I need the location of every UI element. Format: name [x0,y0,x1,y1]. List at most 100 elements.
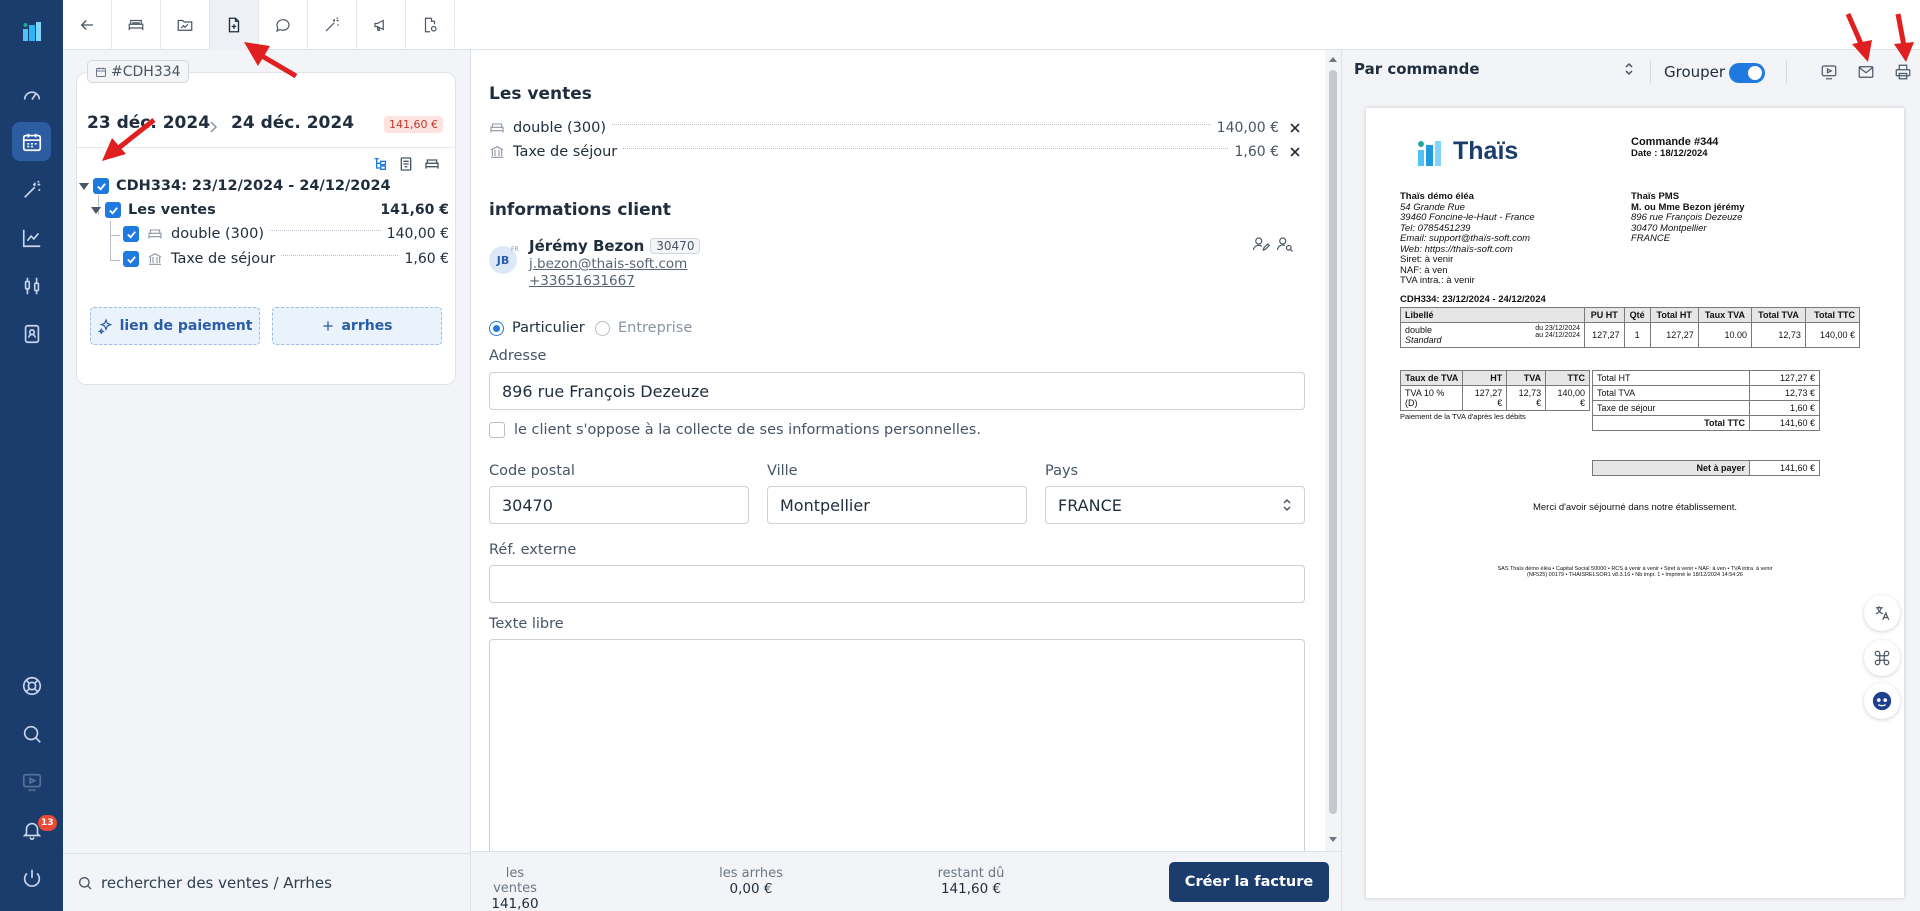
line-to: au 24/12/2024 [1535,332,1580,339]
chart-icon[interactable] [12,218,51,257]
scroll-down-icon[interactable] [1329,837,1337,843]
client-type-company[interactable]: Entreprise [595,320,692,336]
mail-icon[interactable] [1857,63,1875,81]
cell: 140,00 € [1804,322,1861,348]
external-ref-input[interactable] [489,565,1305,603]
total-label: Total HT [1592,370,1750,386]
magic-wand-icon[interactable] [308,0,357,50]
translate-icon[interactable] [1864,595,1900,631]
logo-text: Thaïs [1453,137,1519,165]
city-input[interactable]: Montpellier [767,486,1027,524]
group-checkbox[interactable] [105,202,121,218]
client-phone-link[interactable]: +33651631667 [529,273,635,289]
total-value: 141,60 € [1749,415,1820,431]
client-email-link[interactable]: j.bezon@thais-soft.com [529,256,687,272]
tree-item[interactable]: double (300) 140,00 € [123,226,449,242]
tree-view-icon[interactable] [371,155,389,173]
chat-icon[interactable] [259,0,308,50]
order-mode-select[interactable]: Par commande [1354,60,1634,78]
megaphone-icon[interactable] [357,0,406,50]
collapse-caret-icon[interactable] [79,182,89,190]
power-icon[interactable] [12,858,51,897]
remove-close-icon[interactable] [1289,146,1301,158]
country-value: FRANCE [1058,495,1122,515]
line-label-cell: double Standard du 23/12/2024 au 24/12/202… [1400,322,1585,348]
edit-user-icon[interactable] [1252,235,1270,253]
individual-label: Particulier [512,320,585,336]
table-row: TVA 10 % (D) 127,27 € 12,73 € 140,00 € [1399,385,1590,411]
privacy-opt-out[interactable]: le client s'oppose à la collecte de ses … [489,422,981,438]
booking-reference-tag[interactable]: #CDH334 [87,60,189,83]
root-checkbox[interactable] [93,178,109,194]
item-checkbox[interactable] [123,251,139,267]
company-label: Entreprise [618,320,693,336]
address-input[interactable]: 896 rue François Dezeuze [489,372,1305,410]
item-checkbox[interactable] [123,226,139,242]
column-header: Taux TVA [1697,307,1753,323]
video-tutorial-icon[interactable] [12,762,51,801]
sale-line-label: Taxe de séjour [513,144,618,160]
bed-icon[interactable] [423,155,441,173]
back-button[interactable] [63,0,112,50]
search-user-icon[interactable] [1276,235,1294,253]
country-select[interactable]: FRANCE [1045,486,1305,524]
add-deposit-button[interactable]: arrhes [272,307,442,345]
dotted-leader [281,254,399,256]
seller-line: 39460 Foncine-le-Haut - France [1400,212,1535,223]
collapse-caret-icon[interactable] [91,206,101,214]
group-toggle[interactable] [1729,63,1765,83]
client-name[interactable]: Jérémy Bezon [529,237,644,255]
bed-icon[interactable] [112,0,161,50]
magic-wand-icon[interactable] [12,170,51,209]
select-arrows-icon [1283,498,1291,512]
contact-book-icon[interactable] [12,314,51,353]
table-header-row: Taux de TVA HT TVA TTC [1399,370,1590,386]
cell: 127,27 [1649,322,1699,348]
create-invoice-button[interactable]: Créer la facture [1169,862,1329,902]
document-settings-icon[interactable] [406,0,455,50]
dotted-leader [612,123,1211,125]
center-scrollbar[interactable] [1325,50,1341,851]
preview-screen-icon[interactable] [1820,63,1838,81]
postal-code-input[interactable]: 30470 [489,486,749,524]
document-list-icon[interactable] [397,155,415,173]
scrollbar-thumb[interactable] [1329,70,1337,814]
remove-close-icon[interactable] [1289,122,1301,134]
tree-root-label: CDH334: 23/12/2024 - 24/12/2024 [116,178,391,194]
command-icon[interactable] [1864,640,1900,676]
tree-item[interactable]: Taxe de séjour 1,60 € [123,251,449,267]
tree-line [110,260,120,261]
buyer-address: Thaïs PMS M. ou Mme Bezon jérémy 896 rue… [1631,191,1745,245]
chevron-right-icon [210,121,218,133]
cell: 140,00 € [1545,385,1590,411]
sales-search-input[interactable]: rechercher des ventes / Arrhes [63,853,470,911]
client-type-individual[interactable]: Particulier [489,320,585,336]
payment-link-button[interactable]: lien de paiement [90,307,260,345]
calendar-icon [96,67,106,77]
free-text-textarea[interactable] [489,639,1305,851]
print-icon[interactable] [1894,63,1912,81]
dashboard-icon[interactable] [12,74,51,113]
company-radio[interactable] [595,320,610,336]
divider [1650,61,1651,83]
top-toolbar [63,0,1920,50]
calendar-icon[interactable] [12,122,51,161]
folder-icon[interactable] [161,0,210,50]
scroll-up-icon[interactable] [1329,56,1337,62]
support-lifebuoy-icon[interactable] [12,666,51,705]
assistant-bot-icon[interactable] [1864,683,1900,719]
invoice-icon[interactable] [210,0,259,50]
tree-line [110,221,111,261]
privacy-checkbox[interactable] [489,422,505,438]
logo-icon[interactable] [12,12,51,51]
search-icon[interactable] [12,714,51,753]
sliders-icon[interactable] [12,266,51,305]
order-mode-value: Par commande [1354,60,1480,78]
tree-group-sales[interactable]: Les ventes 141,60 € [91,202,449,218]
notifications-bell-icon[interactable]: 13 [12,810,57,849]
tree-root[interactable]: CDH334: 23/12/2024 - 24/12/2024 [79,178,449,194]
payment-link-label: lien de paiement [119,318,253,334]
individual-radio[interactable] [489,320,504,336]
legal-line-2: (NF525) 00179 • THAISRELSOR1 v8.3.16 • N… [1526,572,1743,578]
footer-sales-value: 141,60 € [491,896,539,911]
